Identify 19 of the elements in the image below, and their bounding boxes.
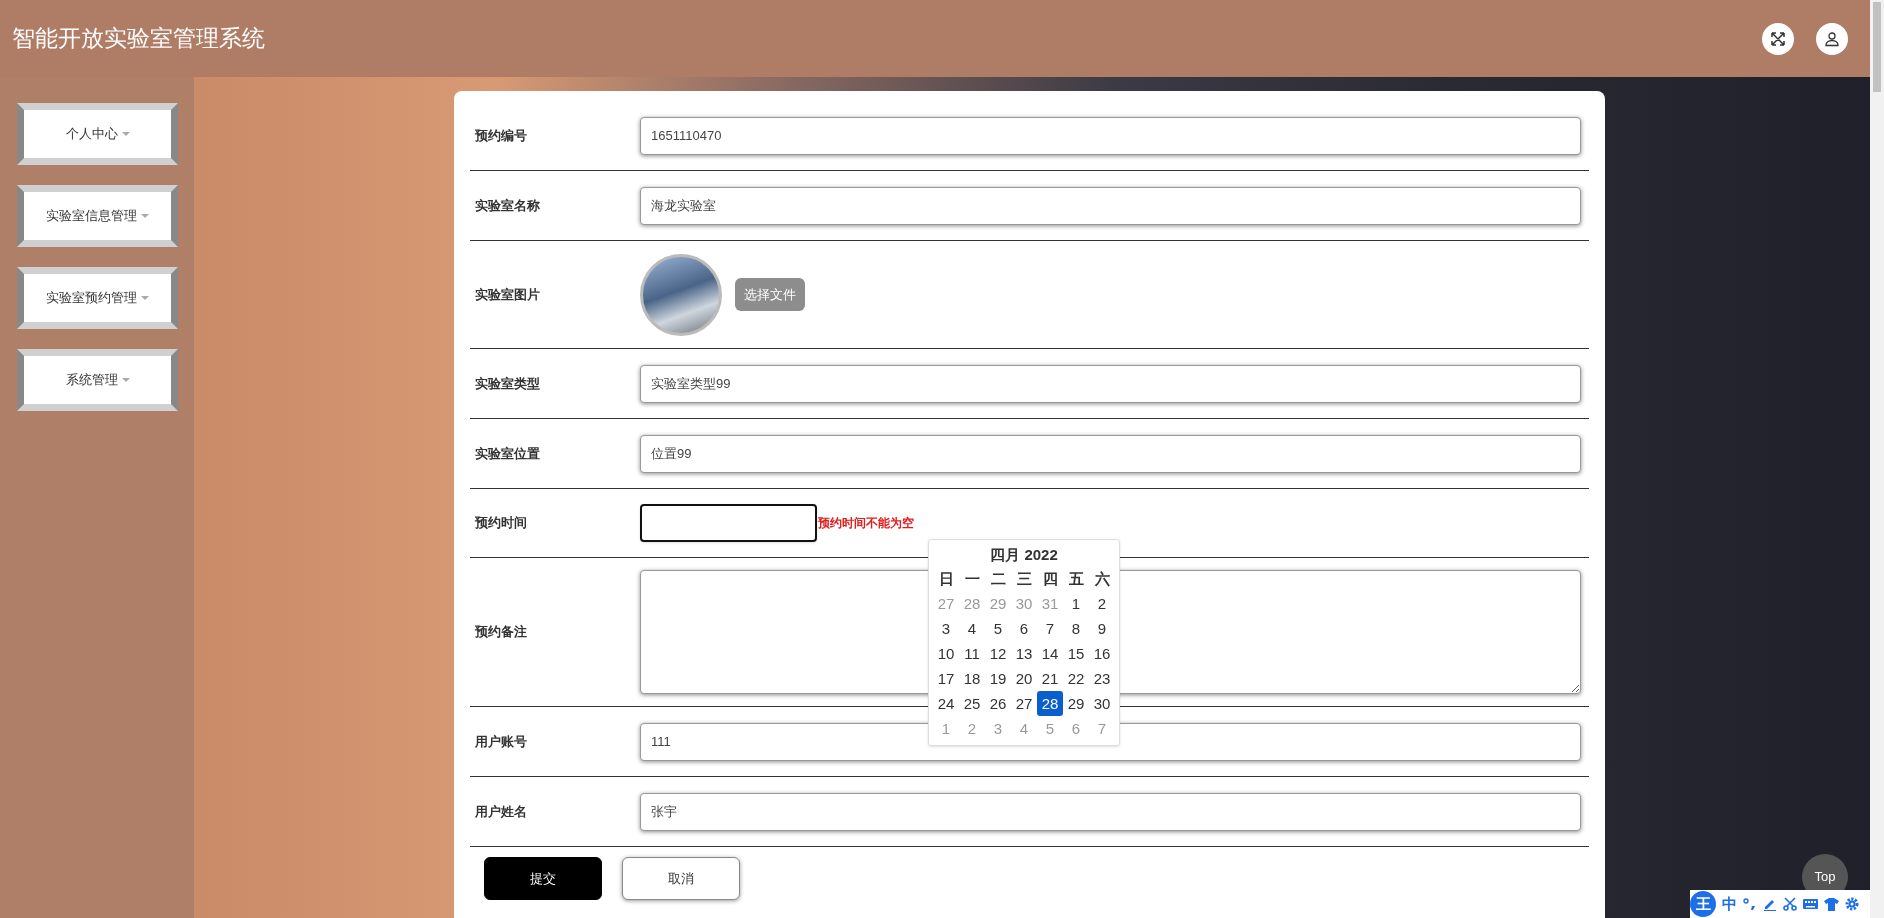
field-label: 预约备注	[474, 623, 528, 642]
error-message: 预约时间不能为空	[818, 515, 914, 532]
weekday-header: 三	[1015, 569, 1033, 589]
weekday-header: 四	[1041, 569, 1059, 589]
field-label: 实验室名称	[474, 196, 541, 215]
field-label: 实验室图片	[474, 285, 541, 304]
weekday-header: 二	[989, 569, 1007, 589]
field-label: 实验室类型	[474, 374, 541, 393]
field-label: 预约时间	[474, 514, 528, 533]
weekday-header: 日	[937, 569, 955, 589]
calendar-month-title: 四月 2022	[989, 545, 1059, 565]
weekday-header: 五	[1067, 569, 1085, 589]
field-label: 用户姓名	[474, 802, 528, 821]
field-label: 用户账号	[474, 732, 528, 751]
weekday-header: 六	[1093, 569, 1111, 589]
field-label: 预约编号	[474, 126, 528, 145]
weekday-header: 一	[963, 569, 981, 589]
app-title: 智能开放实验室管理系统	[12, 24, 265, 54]
field-label: 实验室位置	[474, 444, 541, 463]
